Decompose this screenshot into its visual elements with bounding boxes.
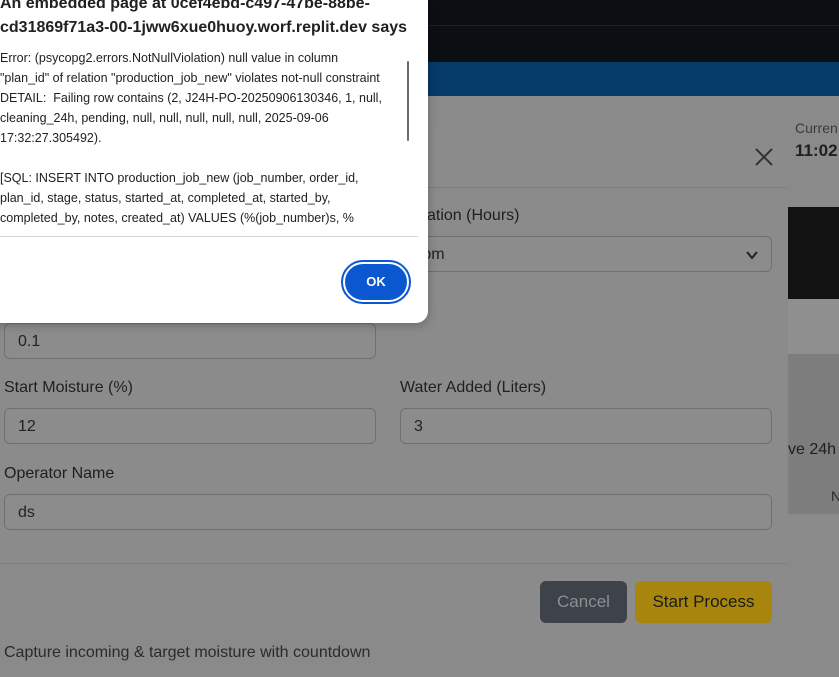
custom-hours-input[interactable]: 0.1 xyxy=(4,323,376,359)
cancel-button[interactable]: Cancel xyxy=(540,581,627,623)
background-24h-text: ve 24h xyxy=(788,441,837,458)
background-n-text: N xyxy=(831,488,839,504)
chevron-down-icon xyxy=(746,251,758,260)
browser-alert-dialog: An embedded page at 0cef4ebd-c497-47be-8… xyxy=(0,0,428,323)
operator-name-label: Operator Name xyxy=(4,465,115,482)
start-process-button[interactable]: Start Process xyxy=(635,581,772,623)
duration-label: ation (Hours) xyxy=(427,207,520,224)
background-card xyxy=(788,299,839,354)
alert-message-scroll-area[interactable]: Error: (psycopg2.errors.NotNullViolation… xyxy=(0,48,418,235)
alert-scrollbar[interactable] xyxy=(407,61,409,141)
duration-select[interactable]: ustom xyxy=(400,236,772,272)
background-dark-card xyxy=(788,207,839,299)
close-icon[interactable] xyxy=(752,145,776,169)
ok-button[interactable]: OK xyxy=(341,260,411,304)
current-time-label: Curren xyxy=(795,120,838,136)
alert-title: An embedded page at 0cef4ebd-c497-47be-8… xyxy=(0,0,408,36)
alert-message: Error: (psycopg2.errors.NotNullViolation… xyxy=(0,51,382,225)
water-added-label: Water Added (Liters) xyxy=(400,379,547,396)
background-caption: Capture incoming & target moisture with … xyxy=(4,644,371,661)
current-time-value: 11:02: xyxy=(795,141,839,160)
alert-divider xyxy=(0,236,418,237)
operator-name-input[interactable]: ds xyxy=(4,494,772,530)
water-added-input[interactable]: 3 xyxy=(400,408,772,444)
start-moisture-label: Start Moisture (%) xyxy=(4,379,133,396)
start-moisture-input[interactable]: 12 xyxy=(4,408,376,444)
